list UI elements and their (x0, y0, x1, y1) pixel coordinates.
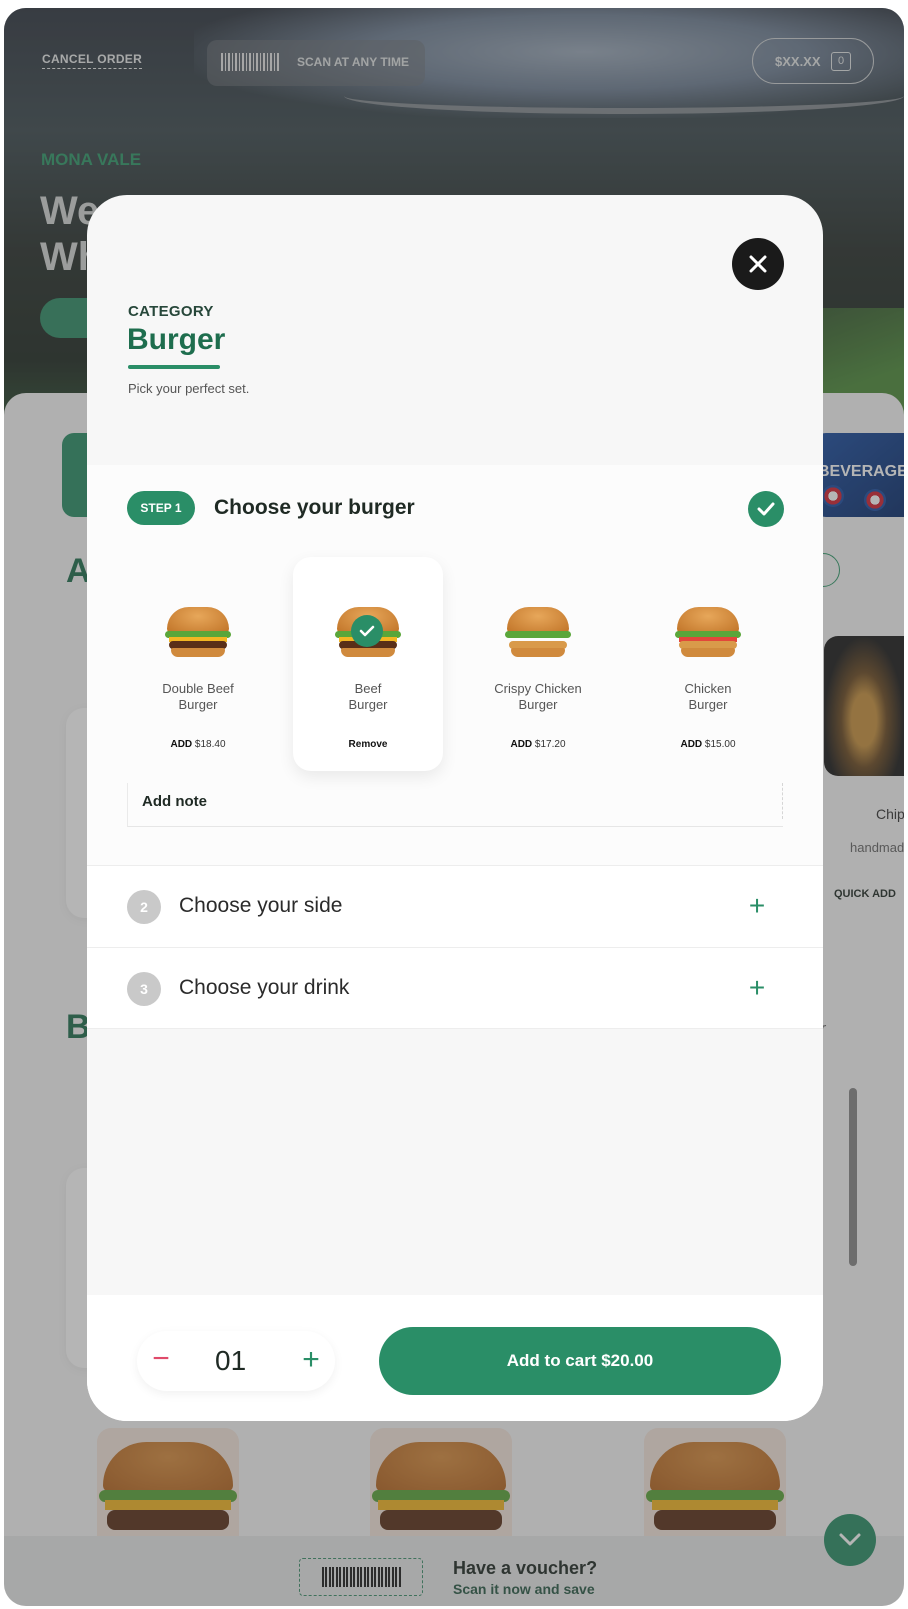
step-number-badge: 3 (127, 972, 161, 1006)
option-price[interactable]: ADD $18.40 (123, 739, 273, 750)
option-name-line: Beef (354, 681, 382, 696)
product-modal: CATEGORY Burger Pick your perfect set. S… (87, 195, 823, 1421)
category-label: CATEGORY (128, 303, 214, 320)
price-value: $18.40 (194, 739, 226, 750)
bun-base-shape (511, 648, 565, 657)
option-name-line: Burger (178, 697, 218, 712)
step-3-title: Choose your drink (179, 976, 350, 999)
bun-base-shape (341, 648, 395, 657)
app-frame: CANCEL ORDER SCAN AT ANY TIME $XX.XX 0 M… (4, 8, 904, 1606)
quantity-value: 01 (215, 1345, 247, 1376)
option-name: Chicken Burger (633, 681, 783, 713)
plus-icon[interactable]: + (741, 891, 773, 923)
increment-button[interactable]: + (295, 1345, 327, 1377)
step-2-title: Choose your side (179, 894, 343, 917)
burger-option-beef[interactable]: Beef Burger Remove (293, 557, 443, 771)
bun-shape (507, 607, 569, 633)
remove-button[interactable]: Remove (293, 739, 443, 750)
plus-icon[interactable]: + (741, 973, 773, 1005)
step-badge: STEP 1 (127, 491, 195, 525)
close-icon (749, 255, 767, 273)
option-price[interactable]: ADD $17.20 (463, 739, 613, 750)
price-value: $17.20 (534, 739, 566, 750)
burger-image (165, 607, 231, 657)
title-underline (128, 365, 220, 369)
bun-shape (167, 607, 229, 633)
burger-option-double-beef[interactable]: Double Beef Burger ADD $18.40 (123, 557, 273, 771)
add-note-label: Add note (142, 793, 207, 810)
selected-check-badge (351, 615, 383, 647)
option-name-line: Crispy Chicken (494, 681, 582, 696)
burger-option-crispy-chicken[interactable]: Crispy Chicken Burger ADD $17.20 (463, 557, 613, 771)
option-name-line: Double Beef (162, 681, 234, 696)
option-name-line: Burger (518, 697, 558, 712)
option-name: Beef Burger (293, 681, 443, 713)
add-to-cart-button[interactable]: Add to cart $20.00 (379, 1327, 781, 1395)
burger-image (675, 607, 741, 657)
burger-option-chicken[interactable]: Chicken Burger ADD $15.00 (633, 557, 783, 771)
step-complete-check (748, 491, 784, 527)
quantity-stepper: − 01 + (137, 1331, 335, 1391)
add-label: ADD (510, 739, 533, 750)
step-1-title: Choose your burger (214, 496, 415, 519)
option-price[interactable]: ADD $15.00 (633, 739, 783, 750)
checkmark-icon (757, 502, 775, 516)
category-subtitle: Pick your perfect set. (128, 381, 250, 396)
close-button[interactable] (732, 238, 784, 290)
option-name-line: Burger (348, 697, 388, 712)
bun-base-shape (171, 648, 225, 657)
option-name: Double Beef Burger (123, 681, 273, 713)
bun-shape (677, 607, 739, 633)
burger-image (505, 607, 571, 657)
decrement-button[interactable]: − (145, 1344, 177, 1377)
option-name-line: Chicken (684, 681, 732, 696)
add-note-field[interactable]: Add note (127, 783, 783, 827)
checkmark-icon (359, 625, 375, 637)
lettuce-shape (505, 631, 571, 638)
modal-footer: − 01 + Add to cart $20.00 (87, 1295, 823, 1421)
step-number-badge: 2 (127, 890, 161, 924)
category-title: Burger (127, 323, 226, 356)
add-label: ADD (680, 739, 703, 750)
price-value: $15.00 (704, 739, 736, 750)
option-name: Crispy Chicken Burger (463, 681, 613, 713)
add-label: ADD (170, 739, 193, 750)
step-2-row[interactable]: 2 Choose your side + (87, 865, 823, 947)
option-name-line: Burger (688, 697, 728, 712)
divider (782, 783, 783, 819)
step-3-row[interactable]: 3 Choose your drink + (87, 947, 823, 1029)
bun-base-shape (681, 648, 735, 657)
